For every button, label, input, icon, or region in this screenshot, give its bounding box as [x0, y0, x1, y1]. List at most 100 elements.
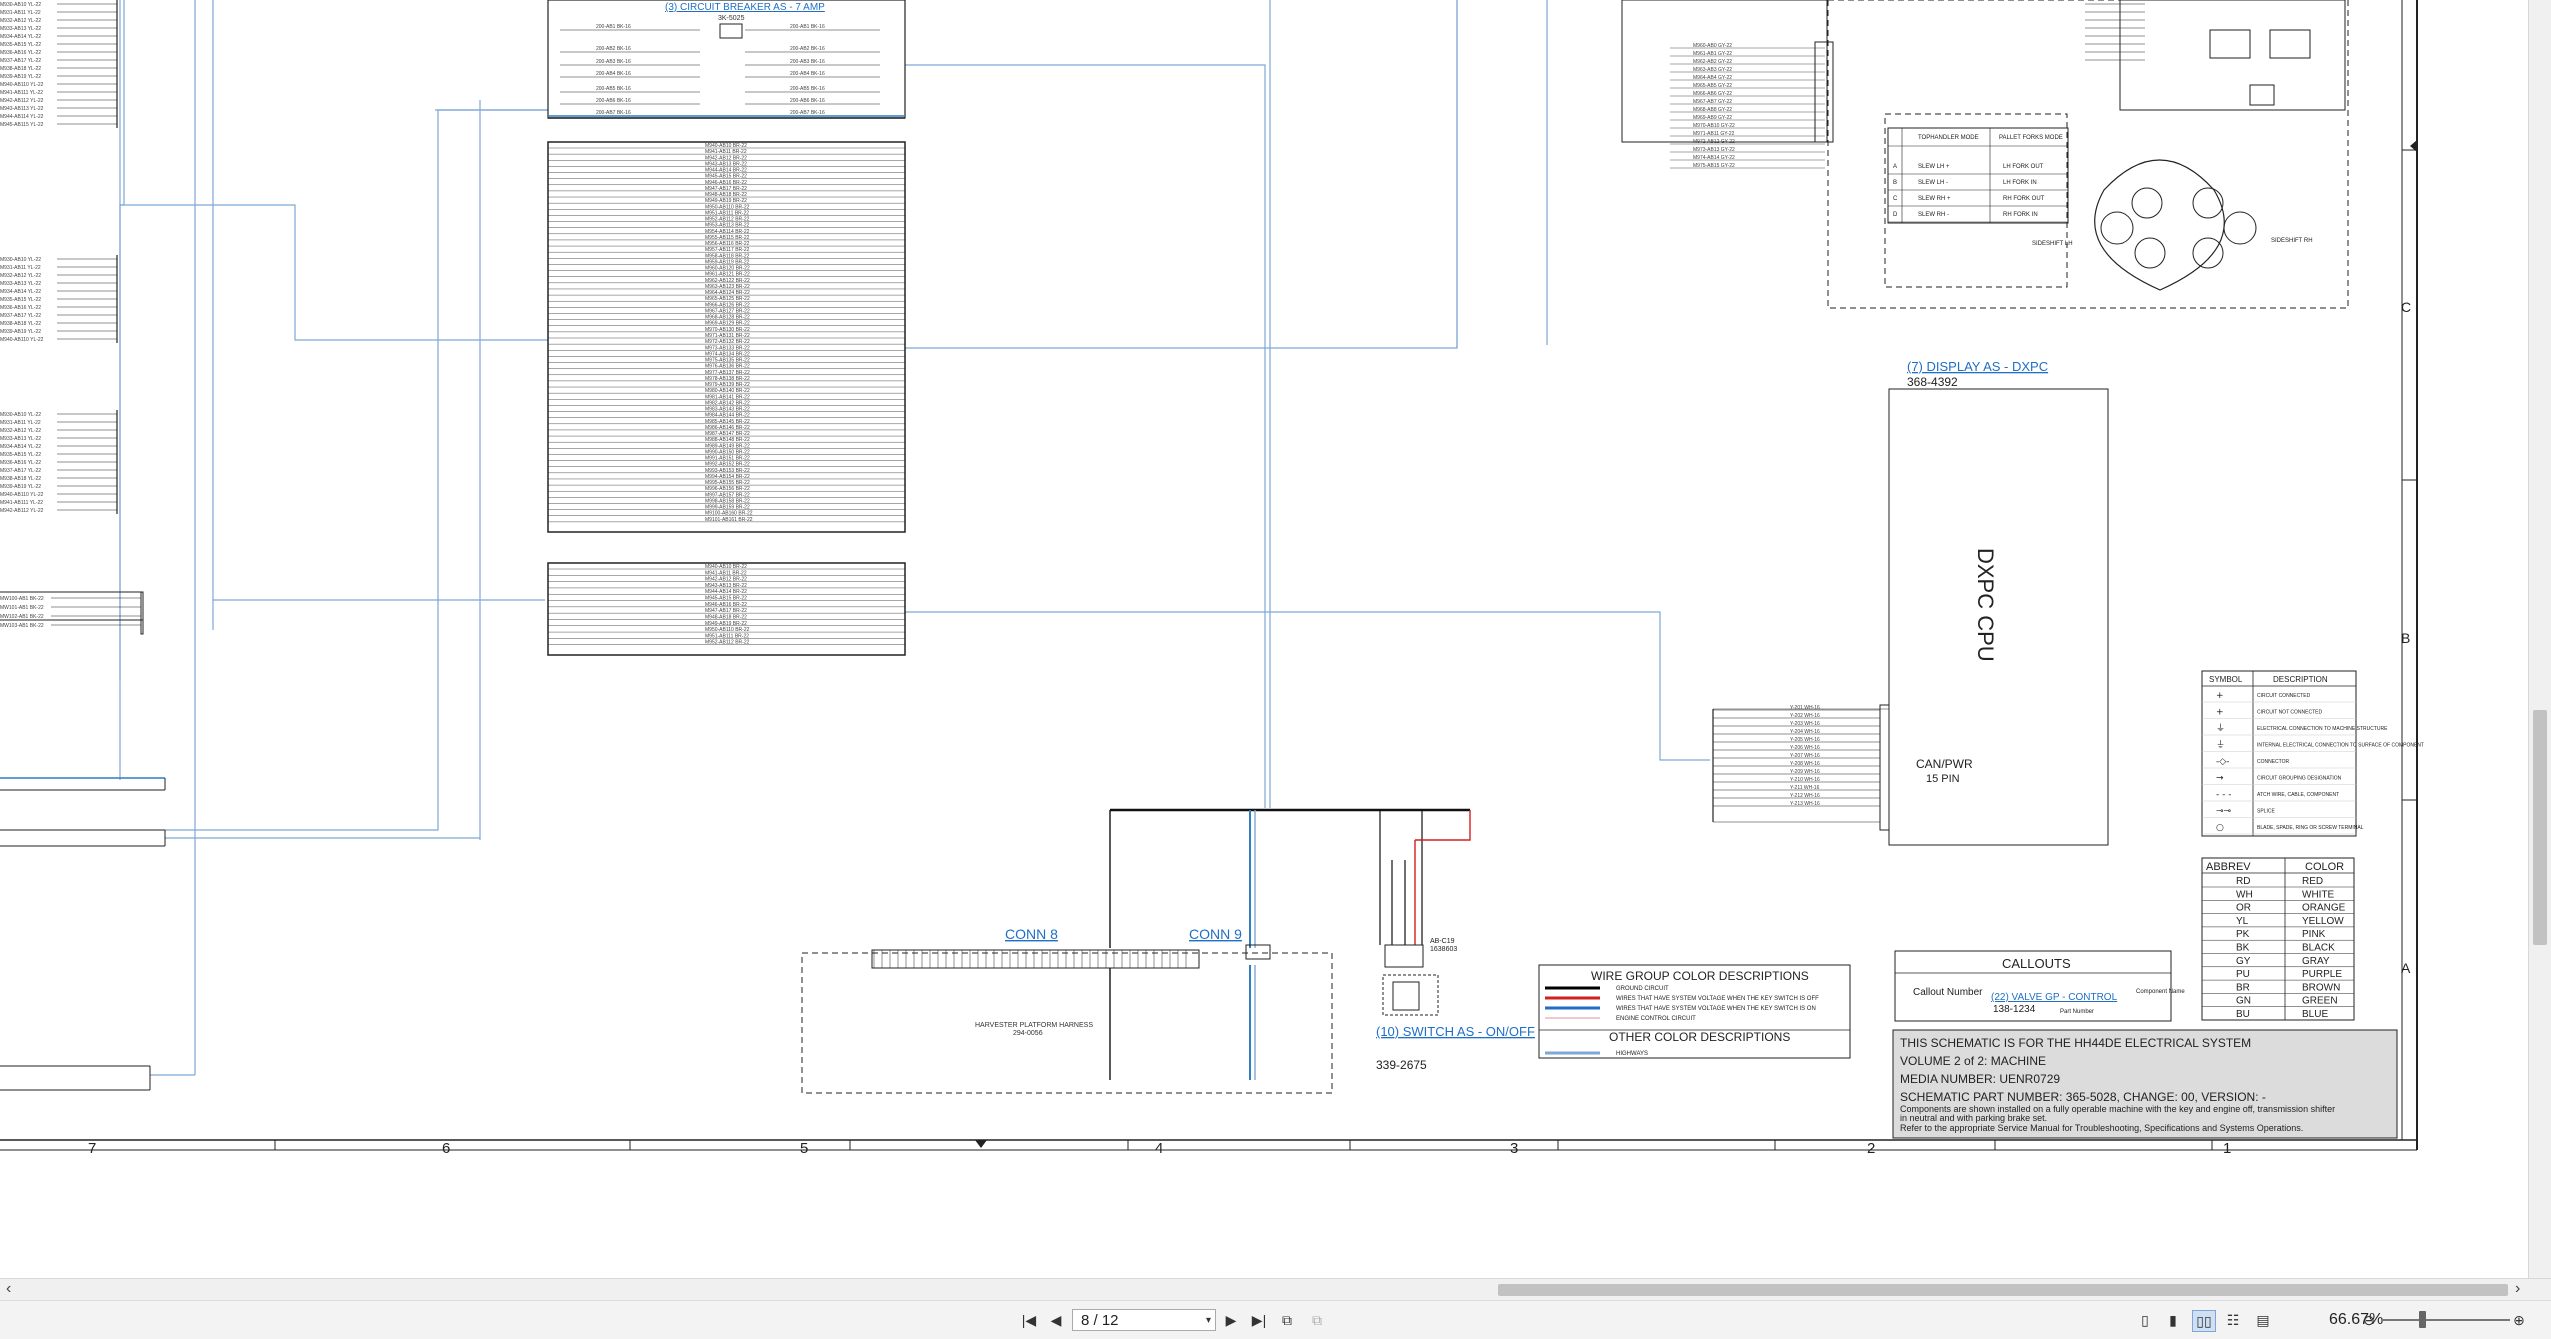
legend-label: WIRES THAT HAVE SYSTEM VOLTAGE WHEN THE …: [1616, 1006, 1816, 1012]
wire-label: M940-AB110 YL-22: [0, 337, 44, 343]
display-title[interactable]: (7) DISPLAY AS - DXPC: [1907, 359, 2048, 374]
wire-label: M983-AB143 BR-22: [705, 407, 750, 413]
wire-label: M952-AB112 BR-22: [705, 217, 750, 223]
wire-label: M968-AB8 GY-22: [1693, 107, 1732, 113]
wire-label: M974-AB134 BR-22: [705, 351, 750, 357]
wire-label: M934-AB14 YL-22: [0, 34, 41, 40]
notes-line-4: SCHEMATIC PART NUMBER: 365-5028, CHANGE:…: [1900, 1090, 2266, 1104]
cover-page-icon[interactable]: ▤: [2252, 1310, 2274, 1330]
document-viewport[interactable]: M930-AB10 YL-22 M931-AB11 YL-22 M932-AB12 …: [0, 0, 2528, 1278]
wire-label: M984-AB144 BR-22: [705, 413, 750, 419]
wire-label: M935-AB15 YL-22: [0, 297, 41, 303]
wire-label: M930-AB10 YL-22: [0, 257, 41, 263]
zoom-in-icon[interactable]: ⊕: [2508, 1310, 2530, 1330]
wire-label: Y-204 WH-16: [1790, 729, 1820, 735]
wire-label: M980-AB140 BR-22: [705, 388, 750, 394]
conn9-label[interactable]: CONN 9: [1189, 926, 1242, 942]
previous-page-icon[interactable]: ◀: [1045, 1310, 1067, 1330]
zoom-slider-handle[interactable]: [2419, 1311, 2426, 1328]
highway: [905, 64, 1266, 808]
wire-label: M973-AB13 GY-22: [1693, 147, 1735, 153]
wire-label: M945-AB15 BR-22: [705, 174, 747, 180]
wire-label: M990-AB150 BR-22: [705, 449, 750, 455]
display-pins-label: 15 PIN: [1926, 773, 1960, 785]
wire-label: M946-AB16 BR-22: [705, 180, 747, 186]
mode-cell: LH FORK IN: [2003, 180, 2037, 186]
conn8-label[interactable]: CONN 8: [1005, 926, 1058, 942]
wire-label: M969-AB9 GY-22: [1693, 115, 1732, 121]
facing-page-icon[interactable]: ▯▯: [2192, 1310, 2216, 1332]
vertical-scroll-thumb[interactable]: [2533, 710, 2547, 945]
wire-label: 200-AB6 BK-16: [596, 98, 631, 104]
wire-label: M956-AB116 BR-22: [705, 241, 750, 247]
wire-label: M940-AB110 YL-22: [0, 492, 44, 498]
zoom-out-icon[interactable]: ⊖: [2358, 1310, 2380, 1330]
symbol-glyph: ○: [2216, 823, 2224, 833]
wire-label: Y-203 WH-16: [1790, 721, 1820, 727]
wire-label: 200-AB3 BK-16: [596, 59, 631, 65]
wire-label: M9101-AB161 BR-22: [705, 517, 753, 523]
wire-label: Y-205 WH-16: [1790, 737, 1820, 743]
symbol-glyph: -◇-: [2216, 757, 2229, 767]
display-connector: [1879, 704, 1890, 831]
continuous-page-icon[interactable]: ▮: [2162, 1310, 2184, 1330]
mode-cell: B: [1893, 180, 1897, 186]
wire-label: M943-AB13 BR-22: [705, 583, 747, 589]
wire-label: M942-AB112 YL-22: [0, 508, 44, 514]
wire-label: M962-AB2 GY-22: [1693, 59, 1732, 65]
continuous-facing-icon[interactable]: ☷: [2222, 1310, 2244, 1330]
symbol-glyph: ⊸⊸: [2216, 807, 2231, 817]
abbrev-code: RD: [2236, 876, 2250, 887]
joystick-button: [2192, 237, 2224, 269]
wire-label: M943-AB13 BR-22: [705, 161, 747, 167]
zone-b: B: [2401, 630, 2410, 646]
single-page-icon[interactable]: ▯: [2134, 1310, 2156, 1330]
scroll-right-icon[interactable]: ›: [2515, 1280, 2520, 1298]
horizontal-scroll-thumb[interactable]: [1498, 1284, 2508, 1296]
symbol-desc: SPLICE: [2257, 809, 2275, 815]
wire-label: M958-AB118 BR-22: [705, 253, 750, 259]
page-number-input[interactable]: 8 / 12 ▾: [1072, 1309, 1216, 1331]
vertical-scrollbar[interactable]: [2528, 0, 2551, 1278]
go-back-icon[interactable]: ⧉: [1276, 1310, 1298, 1330]
abbrev-color: BROWN: [2302, 982, 2340, 993]
symbol-desc: CIRCUIT NOT CONNECTED: [2257, 710, 2322, 716]
grid-number: 6: [442, 1140, 450, 1157]
abbrev-code: BK: [2236, 943, 2250, 954]
legend-label: WIRES THAT HAVE SYSTEM VOLTAGE WHEN THE …: [1616, 996, 1819, 1002]
notes-line-2: VOLUME 2 of 2: MACHINE: [1900, 1054, 2046, 1068]
wire-label: M934-AB14 YL-22: [0, 444, 41, 450]
switch-title[interactable]: (10) SWITCH AS - ON/OFF: [1376, 1024, 1535, 1039]
chevron-down-icon[interactable]: ▾: [1206, 1310, 1211, 1332]
first-page-icon[interactable]: |◀: [1018, 1310, 1040, 1330]
wire-label: M966-AB6 GY-22: [1693, 91, 1732, 97]
wire-label: M942-AB12 BR-22: [705, 155, 747, 161]
wire-label: M930-AB10 YL-22: [0, 412, 41, 418]
wire-label: 200-AB7 BK-16: [596, 110, 631, 116]
symbol-desc: ATCH WIRE, CABLE, COMPONENT: [2257, 792, 2339, 798]
wire-label: M933-AB13 YL-22: [0, 26, 41, 32]
breaker-title[interactable]: (3) CIRCUIT BREAKER AS - 7 AMP: [665, 2, 825, 13]
wire-label: M964-AB124 BR-22: [705, 290, 750, 296]
horizontal-scrollbar[interactable]: ‹ ›: [0, 1278, 2551, 1301]
abbrev-color: ORANGE: [2302, 903, 2346, 914]
wire-label: M994-AB154 BR-22: [705, 474, 750, 480]
wire-label: 200-AB4 BK-16: [790, 71, 825, 77]
wire-label: M933-AB13 YL-22: [0, 436, 41, 442]
next-page-icon[interactable]: ▶: [1220, 1310, 1242, 1330]
schematic-sheet: M930-AB10 YL-22 M931-AB11 YL-22 M932-AB12 …: [0, 0, 2424, 1157]
wire-label: 200-AB2 BK-16: [596, 46, 631, 52]
wire-label: M948-AB18 BR-22: [705, 614, 747, 620]
wire-label: M932-AB12 YL-22: [0, 428, 41, 434]
scroll-left-icon[interactable]: ‹: [6, 1280, 11, 1298]
last-page-icon[interactable]: ▶|: [1248, 1310, 1270, 1330]
wire-label: M941-AB11 BR-22: [705, 149, 747, 155]
switch-conn-part: 1638603: [1430, 946, 1457, 953]
wire-label: M940-AB110 YL-22: [0, 82, 44, 88]
highway: [165, 110, 439, 831]
abbrev-color: BLACK: [2302, 943, 2335, 954]
go-forward-icon[interactable]: ⧉: [1306, 1310, 1328, 1330]
zone-c: C: [2401, 299, 2411, 315]
zoom-slider[interactable]: [2382, 1319, 2510, 1321]
symbol-glyph: ⏚: [2216, 740, 2225, 751]
